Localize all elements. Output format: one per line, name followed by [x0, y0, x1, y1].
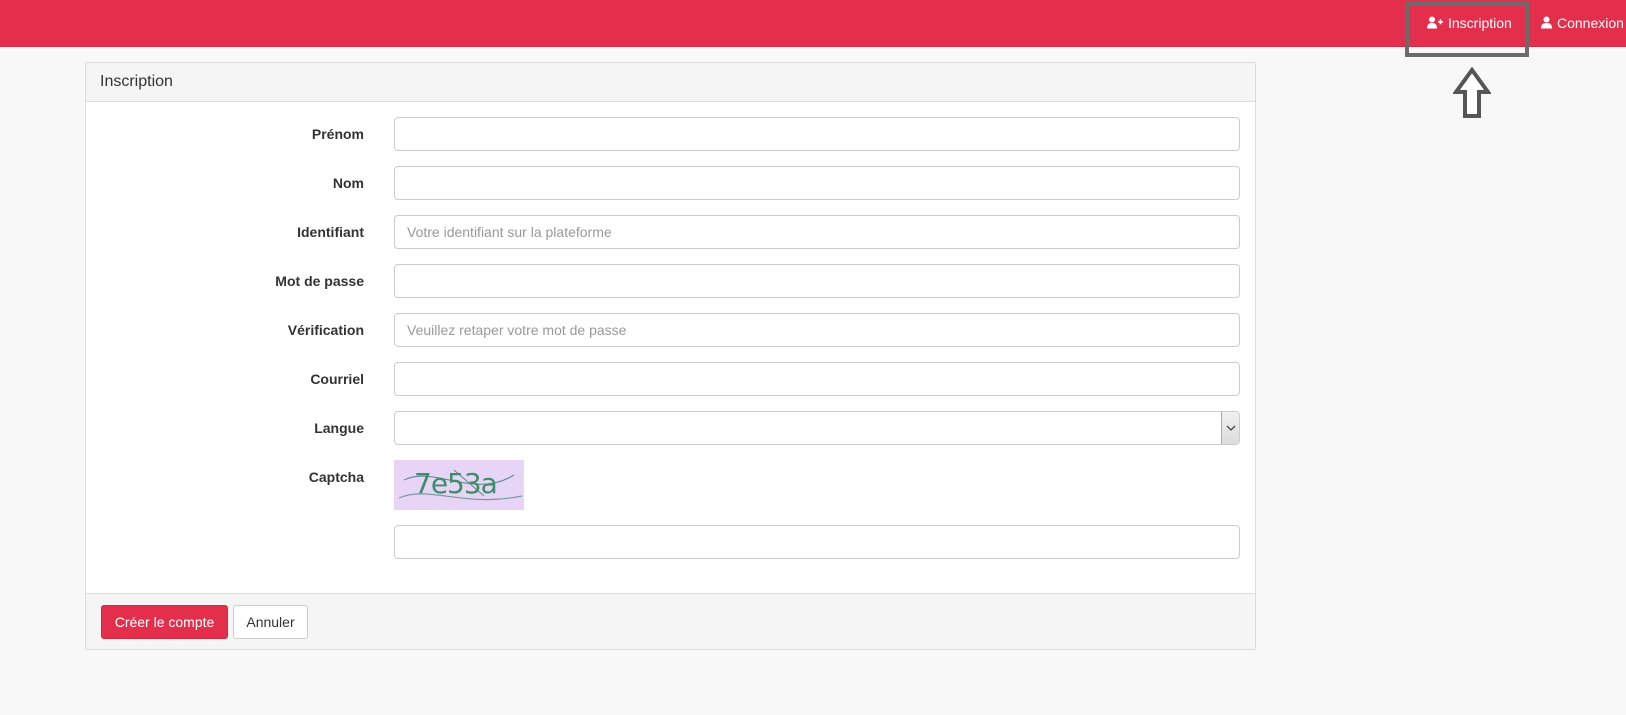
cancel-button[interactable]: Annuler	[233, 605, 308, 639]
annotation-highlight-box	[1405, 2, 1529, 57]
captcha-label: Captcha	[308, 469, 364, 485]
verification-label: Vérification	[287, 322, 364, 338]
form-row-prenom: Prénom	[86, 117, 1257, 151]
form-row-identifiant: Identifiant	[86, 215, 1257, 249]
panel-footer: Créer le compte Annuler	[86, 593, 1255, 649]
form-row-nom: Nom	[86, 166, 1257, 200]
user-icon	[1541, 16, 1552, 29]
nav-connexion-link[interactable]: Connexion	[1541, 0, 1624, 45]
nav-connexion-label: Connexion	[1557, 14, 1624, 31]
langue-label: Langue	[314, 420, 364, 436]
prenom-input[interactable]	[394, 117, 1240, 151]
captcha-input[interactable]	[394, 525, 1240, 559]
form-row-captcha-input	[86, 525, 1257, 559]
identifiant-label: Identifiant	[297, 224, 364, 240]
form-row-courriel: Courriel	[86, 362, 1257, 396]
langue-select-button[interactable]	[1221, 412, 1239, 444]
verification-input[interactable]	[394, 313, 1240, 347]
create-account-button[interactable]: Créer le compte	[101, 605, 228, 639]
courriel-input[interactable]	[394, 362, 1240, 396]
captcha-graphic: 7e53a	[398, 467, 523, 501]
courriel-label: Courriel	[310, 371, 364, 387]
registration-panel: Inscription Prénom Nom Identifiant Mot d…	[85, 62, 1256, 650]
top-navbar: Inscription Connexion	[0, 0, 1626, 47]
form-row-captcha: Captcha 7e53a	[86, 460, 1257, 510]
nom-label: Nom	[332, 175, 364, 191]
panel-title: Inscription	[86, 63, 1255, 102]
registration-form: Prénom Nom Identifiant Mot de passe Véri…	[86, 102, 1255, 595]
prenom-label: Prénom	[311, 126, 364, 142]
form-row-langue: Langue	[86, 411, 1257, 445]
captcha-text: 7e53a	[414, 467, 497, 500]
mot-de-passe-label: Mot de passe	[275, 273, 364, 289]
form-row-verification: Vérification	[86, 313, 1257, 347]
chevron-down-icon	[1226, 425, 1235, 431]
arrow-up-outline-icon	[1453, 67, 1491, 118]
langue-select[interactable]	[394, 411, 1240, 445]
form-row-mot-de-passe: Mot de passe	[86, 264, 1257, 298]
captcha-image: 7e53a	[394, 460, 524, 510]
mot-de-passe-input[interactable]	[394, 264, 1240, 298]
identifiant-input[interactable]	[394, 215, 1240, 249]
nom-input[interactable]	[394, 166, 1240, 200]
